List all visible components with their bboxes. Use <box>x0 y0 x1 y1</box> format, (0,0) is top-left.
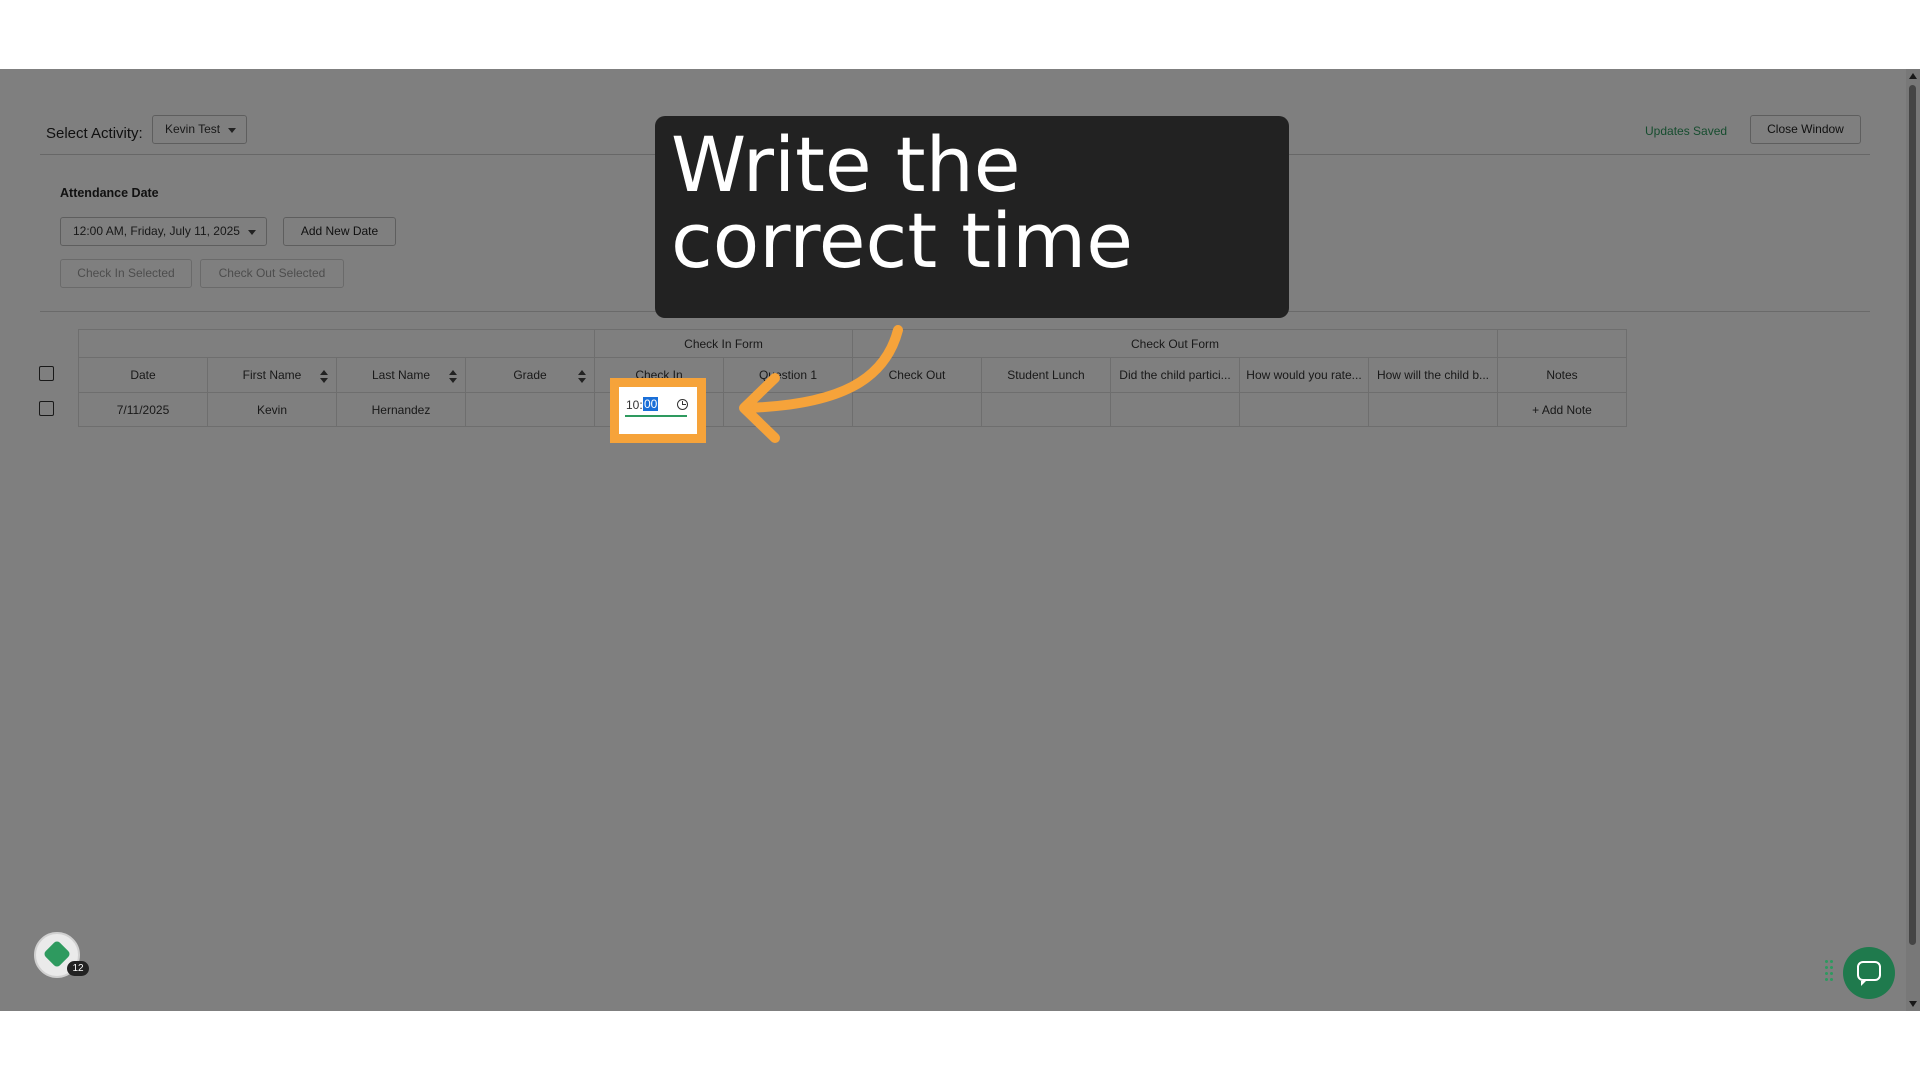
col-header-student-lunch: Student Lunch <box>981 357 1111 393</box>
callout-line-2: correct time <box>671 196 1133 285</box>
vertical-scrollbar[interactable] <box>1906 69 1920 1011</box>
col-header-rating: How would you rate... <box>1239 357 1369 393</box>
cell-rating[interactable] <box>1239 392 1369 427</box>
pointer-arrow-icon <box>739 325 903 443</box>
col-header-last-name[interactable]: Last Name <box>336 357 466 393</box>
cell-student-lunch[interactable] <box>981 392 1111 427</box>
close-window-button[interactable]: Close Window <box>1750 115 1861 144</box>
attendance-date-dropdown[interactable]: 12:00 AM, Friday, July 11, 2025 <box>60 217 267 246</box>
activity-dropdown-value: Kevin Test <box>165 122 221 136</box>
sort-icon[interactable] <box>578 370 586 384</box>
activity-dropdown[interactable]: Kevin Test <box>152 115 248 144</box>
cell-date: 7/11/2025 <box>78 392 208 427</box>
cell-grade <box>465 392 595 427</box>
check-in-selected-button[interactable]: Check In Selected <box>60 259 192 288</box>
sort-icon[interactable] <box>320 370 328 384</box>
col-header-child-pickup: How will the child b... <box>1368 357 1498 393</box>
scroll-thumb[interactable] <box>1909 85 1916 945</box>
group-header-empty <box>78 329 595 358</box>
chat-button[interactable] <box>1843 947 1895 999</box>
callout-line-1: Write the <box>671 120 1021 209</box>
chevron-down-icon <box>248 229 256 235</box>
select-activity-label: Select Activity: <box>46 125 143 142</box>
drag-handle-icon[interactable] <box>1825 960 1835 986</box>
notification-badge: 12 <box>67 961 89 976</box>
col-header-first-name[interactable]: First Name <box>207 357 337 393</box>
sort-icon[interactable] <box>449 370 457 384</box>
group-header-notes-empty <box>1497 329 1627 358</box>
tutorial-callout: Write the correct time <box>655 116 1289 318</box>
chat-bubble-icon <box>1857 961 1881 986</box>
attendance-date-label: Attendance Date <box>60 186 159 200</box>
updates-status: Updates Saved <box>1645 124 1728 138</box>
clock-icon[interactable] <box>677 399 688 410</box>
row-checkbox[interactable] <box>39 401 54 416</box>
chevron-down-icon <box>228 127 237 133</box>
col-header-date: Date <box>78 357 208 393</box>
attendance-date-value: 12:00 AM, Friday, July 11, 2025 <box>73 224 240 238</box>
check-in-time-input[interactable]: 10: 00 <box>625 395 688 417</box>
app-launcher-icon <box>42 939 72 969</box>
col-header-grade[interactable]: Grade <box>465 357 595 393</box>
select-all-checkbox[interactable] <box>39 366 54 381</box>
add-new-date-button[interactable]: Add New Date <box>283 217 396 246</box>
add-note-link[interactable]: + Add Note <box>1497 392 1627 427</box>
cell-child-participation[interactable] <box>1110 392 1240 427</box>
time-hour-segment[interactable]: 10: <box>626 398 643 412</box>
scroll-down-icon[interactable] <box>1909 1001 1917 1007</box>
scroll-up-icon[interactable] <box>1909 73 1917 79</box>
col-header-notes: Notes <box>1497 357 1627 393</box>
time-minute-segment[interactable]: 00 <box>643 397 659 411</box>
group-header-check-out-form: Check Out Form <box>852 329 1498 358</box>
cell-child-pickup[interactable] <box>1368 392 1498 427</box>
col-header-child-participation: Did the child partici... <box>1110 357 1240 393</box>
check-out-selected-button[interactable]: Check Out Selected <box>200 259 344 288</box>
cell-last-name: Hernandez <box>336 392 466 427</box>
cell-first-name: Kevin <box>207 392 337 427</box>
check-in-time-highlight: 10: 00 <box>610 378 706 443</box>
